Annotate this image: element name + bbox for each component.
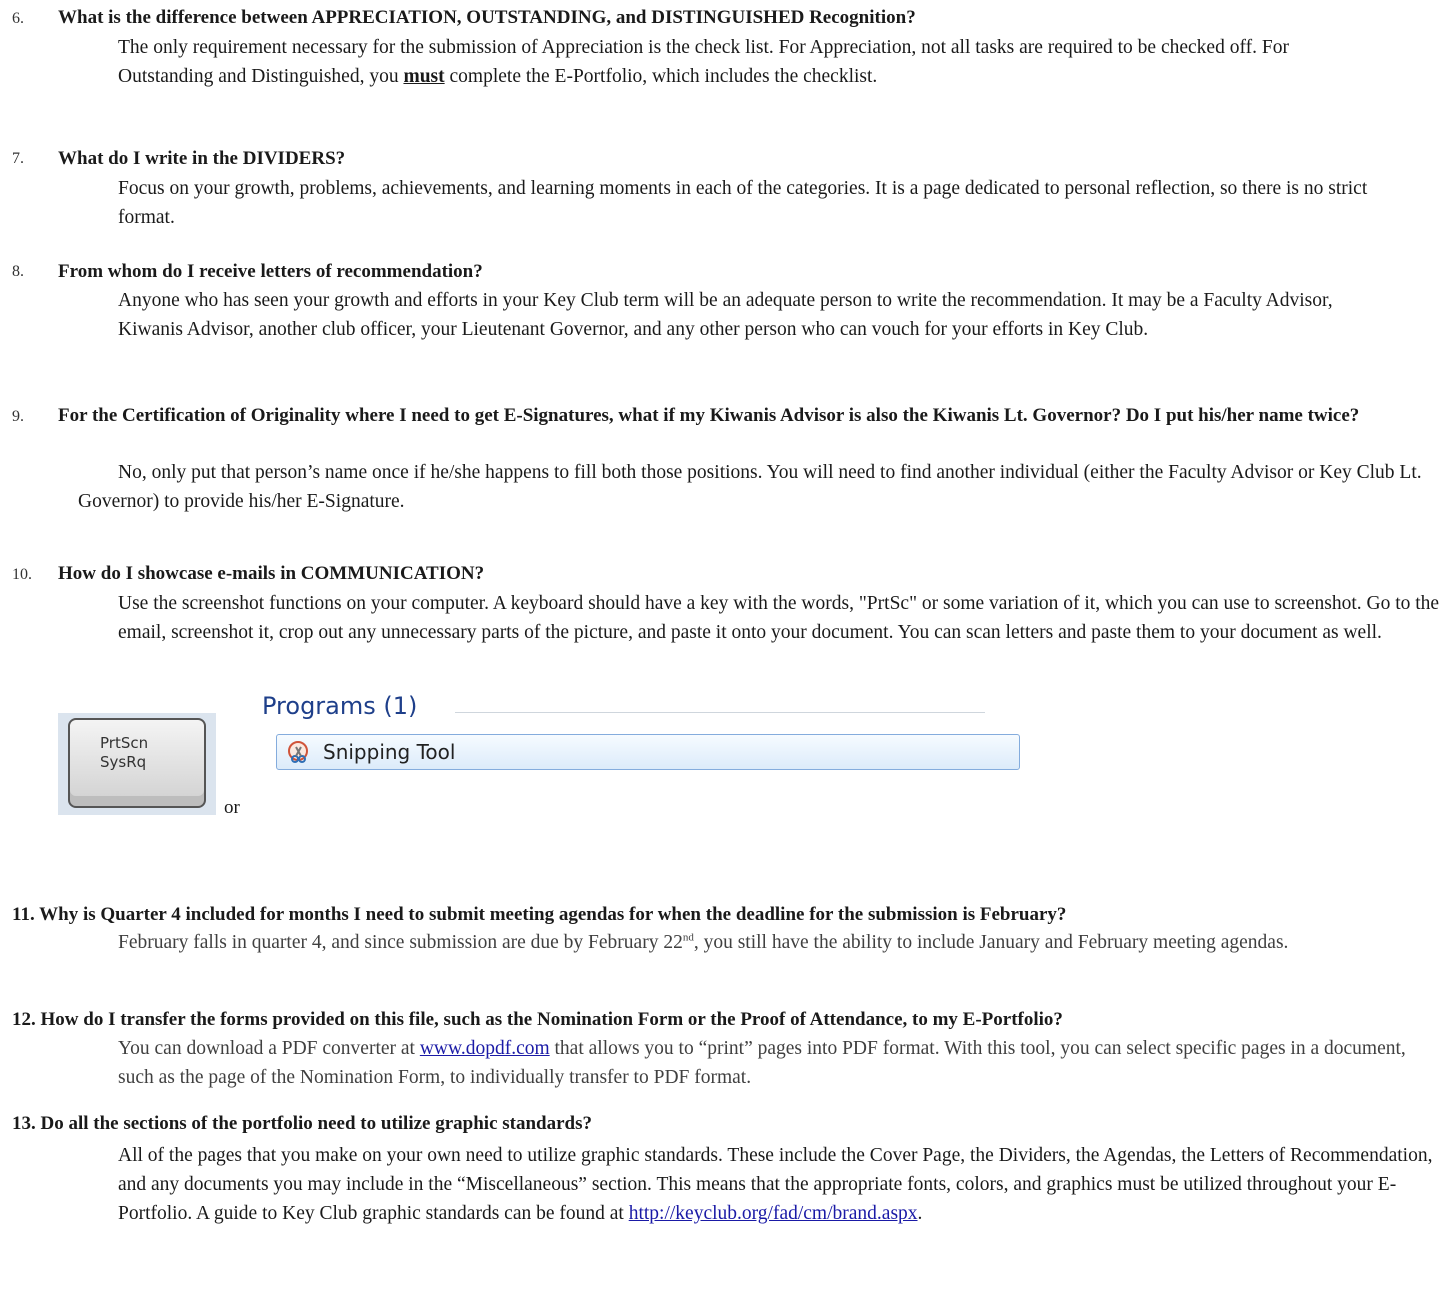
- faq-question: 13. Do all the sections of the portfolio…: [12, 1113, 593, 1134]
- faq-question: 11. Why is Quarter 4 included for months…: [12, 904, 1067, 925]
- faq-answer: No, only put that person’s name once if …: [78, 462, 1422, 512]
- faq-number: 10.: [12, 566, 32, 583]
- faq-number: 9.: [12, 408, 24, 425]
- faq-answer: Focus on your growth, problems, achievem…: [118, 178, 1368, 228]
- faq-question: How do I showcase e-mails in COMMUNICATI…: [58, 563, 485, 584]
- programs-divider: [455, 712, 985, 713]
- snipping-tool-entry: Snipping Tool: [276, 734, 1020, 770]
- programs-heading: Programs (1): [262, 692, 418, 720]
- dopdf-link[interactable]: www.dopdf.com: [420, 1038, 550, 1059]
- faq-number: 8.: [12, 263, 24, 280]
- scissors-icon: [288, 741, 308, 763]
- faq-question: What do I write in the DIVIDERS?: [58, 148, 346, 169]
- faq-answer: The only requirement necessary for the s…: [118, 37, 1289, 87]
- faq-answer: You can download a PDF converter at www.…: [118, 1038, 1406, 1088]
- faq-question: What is the difference between APPRECIAT…: [58, 7, 916, 28]
- faq-question: 12. How do I transfer the forms provided…: [12, 1009, 1063, 1030]
- faq-answer: Anyone who has seen your growth and effo…: [118, 290, 1333, 340]
- snipping-tool-label: Snipping Tool: [323, 740, 456, 764]
- prtscn-key-image: PrtScn SysRq: [58, 713, 216, 815]
- faq-answer: February falls in quarter 4, and since s…: [118, 931, 1289, 953]
- faq-question: For the Certification of Originality whe…: [58, 405, 1360, 426]
- faq-question: From whom do I receive letters of recomm…: [58, 261, 483, 282]
- brand-guide-link[interactable]: http://keyclub.org/fad/cm/brand.aspx: [629, 1203, 918, 1224]
- screenshot-examples: PrtScn SysRq or Programs (1) Snipping To…: [0, 680, 1452, 880]
- faq-answer: All of the pages that you make on your o…: [118, 1145, 1433, 1224]
- faq-number: 7.: [12, 150, 24, 167]
- key-label: PrtScn SysRq: [100, 734, 149, 771]
- faq-answer: Use the screenshot functions on your com…: [118, 593, 1440, 643]
- keyboard-key-icon: PrtScn SysRq: [68, 718, 206, 808]
- faq-number: 6.: [12, 10, 24, 27]
- or-text: or: [224, 797, 240, 818]
